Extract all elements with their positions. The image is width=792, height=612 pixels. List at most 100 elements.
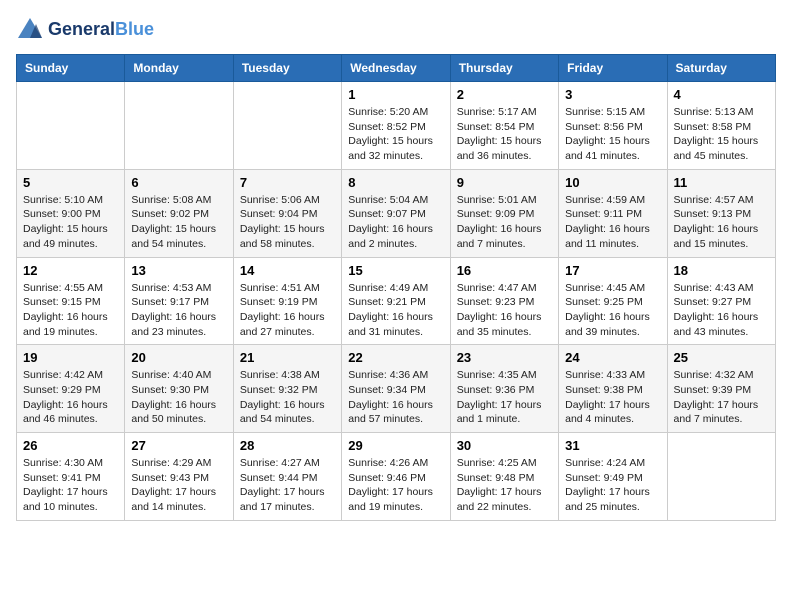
day-info: Sunrise: 4:33 AMSunset: 9:38 PMDaylight:… [565, 368, 660, 427]
calendar-cell: 16 Sunrise: 4:47 AMSunset: 9:23 PMDayligh… [450, 257, 558, 345]
day-number: 14 [240, 263, 335, 278]
calendar-cell: 10 Sunrise: 4:59 AMSunset: 9:11 PMDayligh… [559, 169, 667, 257]
day-number: 5 [23, 175, 118, 190]
day-number: 17 [565, 263, 660, 278]
day-number: 3 [565, 87, 660, 102]
column-header-wednesday: Wednesday [342, 55, 450, 82]
calendar-table: SundayMondayTuesdayWednesdayThursdayFrid… [16, 54, 776, 521]
calendar-cell: 14 Sunrise: 4:51 AMSunset: 9:19 PMDayligh… [233, 257, 341, 345]
day-number: 18 [674, 263, 769, 278]
day-number: 16 [457, 263, 552, 278]
day-number: 20 [131, 350, 226, 365]
calendar-cell: 9Sunrise: 5:01 AMSunset: 9:09 PMDaylight… [450, 169, 558, 257]
day-info: Sunrise: 4:36 AMSunset: 9:34 PMDaylight:… [348, 368, 443, 427]
calendar-cell: 5 Sunrise: 5:10 AMSunset: 9:00 PMDaylight… [17, 169, 125, 257]
day-info: Sunrise: 4:43 AMSunset: 9:27 PMDaylight:… [674, 281, 769, 340]
day-info: Sunrise: 5:04 AMSunset: 9:07 PMDaylight:… [348, 193, 443, 252]
day-info: Sunrise: 5:15 AMSunset: 8:56 PMDaylight:… [565, 105, 660, 164]
logo-text: GeneralBlue [48, 20, 154, 40]
day-number: 27 [131, 438, 226, 453]
day-info: Sunrise: 5:13 AMSunset: 8:58 PMDaylight:… [674, 105, 769, 164]
column-header-thursday: Thursday [450, 55, 558, 82]
calendar-cell: 23Sunrise: 4:35 AMSunset: 9:36 PMDayligh… [450, 345, 558, 433]
day-number: 31 [565, 438, 660, 453]
day-number: 25 [674, 350, 769, 365]
day-number: 23 [457, 350, 552, 365]
calendar-cell: 31 Sunrise: 4:24 AMSunset: 9:49 PMDayligh… [559, 433, 667, 521]
day-info: Sunrise: 5:06 AMSunset: 9:04 PMDaylight:… [240, 193, 335, 252]
column-header-tuesday: Tuesday [233, 55, 341, 82]
calendar-cell: 4 Sunrise: 5:13 AMSunset: 8:58 PMDaylight… [667, 82, 775, 170]
day-number: 9 [457, 175, 552, 190]
day-info: Sunrise: 4:59 AMSunset: 9:11 PMDaylight:… [565, 193, 660, 252]
day-info: Sunrise: 4:27 AMSunset: 9:44 PMDaylight:… [240, 456, 335, 515]
day-number: 15 [348, 263, 443, 278]
column-header-sunday: Sunday [17, 55, 125, 82]
day-number: 6 [131, 175, 226, 190]
day-info: Sunrise: 4:26 AMSunset: 9:46 PMDaylight:… [348, 456, 443, 515]
day-info: Sunrise: 4:30 AMSunset: 9:41 PMDaylight:… [23, 456, 118, 515]
calendar-week-row: 19Sunrise: 4:42 AMSunset: 9:29 PMDayligh… [17, 345, 776, 433]
calendar-week-row: 26 Sunrise: 4:30 AMSunset: 9:41 PMDayligh… [17, 433, 776, 521]
day-info: Sunrise: 5:08 AMSunset: 9:02 PMDaylight:… [131, 193, 226, 252]
calendar-cell: 6 Sunrise: 5:08 AMSunset: 9:02 PMDaylight… [125, 169, 233, 257]
day-number: 22 [348, 350, 443, 365]
day-number: 30 [457, 438, 552, 453]
day-number: 10 [565, 175, 660, 190]
calendar-cell: 21Sunrise: 4:38 AMSunset: 9:32 PMDayligh… [233, 345, 341, 433]
day-number: 8 [348, 175, 443, 190]
day-number: 29 [348, 438, 443, 453]
calendar-cell: 22 Sunrise: 4:36 AMSunset: 9:34 PMDayligh… [342, 345, 450, 433]
calendar-cell: 28 Sunrise: 4:27 AMSunset: 9:44 PMDayligh… [233, 433, 341, 521]
day-info: Sunrise: 4:51 AMSunset: 9:19 PMDaylight:… [240, 281, 335, 340]
day-info: Sunrise: 4:49 AMSunset: 9:21 PMDaylight:… [348, 281, 443, 340]
calendar-cell: 11 Sunrise: 4:57 AMSunset: 9:13 PMDayligh… [667, 169, 775, 257]
calendar-cell: 20 Sunrise: 4:40 AMSunset: 9:30 PMDayligh… [125, 345, 233, 433]
calendar-cell [125, 82, 233, 170]
day-number: 4 [674, 87, 769, 102]
day-info: Sunrise: 4:29 AMSunset: 9:43 PMDaylight:… [131, 456, 226, 515]
day-number: 24 [565, 350, 660, 365]
calendar-cell: 29 Sunrise: 4:26 AMSunset: 9:46 PMDayligh… [342, 433, 450, 521]
calendar-cell: 12Sunrise: 4:55 AMSunset: 9:15 PMDayligh… [17, 257, 125, 345]
day-info: Sunrise: 4:24 AMSunset: 9:49 PMDaylight:… [565, 456, 660, 515]
calendar-week-row: 1 Sunrise: 5:20 AMSunset: 8:52 PMDaylight… [17, 82, 776, 170]
day-info: Sunrise: 4:47 AMSunset: 9:23 PMDaylight:… [457, 281, 552, 340]
calendar-cell: 26 Sunrise: 4:30 AMSunset: 9:41 PMDayligh… [17, 433, 125, 521]
calendar-cell: 19Sunrise: 4:42 AMSunset: 9:29 PMDayligh… [17, 345, 125, 433]
column-header-friday: Friday [559, 55, 667, 82]
calendar-week-row: 5 Sunrise: 5:10 AMSunset: 9:00 PMDaylight… [17, 169, 776, 257]
day-number: 2 [457, 87, 552, 102]
day-number: 26 [23, 438, 118, 453]
calendar-cell: 24 Sunrise: 4:33 AMSunset: 9:38 PMDayligh… [559, 345, 667, 433]
calendar-cell: 30 Sunrise: 4:25 AMSunset: 9:48 PMDayligh… [450, 433, 558, 521]
calendar-cell [233, 82, 341, 170]
day-number: 1 [348, 87, 443, 102]
day-info: Sunrise: 4:40 AMSunset: 9:30 PMDaylight:… [131, 368, 226, 427]
day-info: Sunrise: 5:10 AMSunset: 9:00 PMDaylight:… [23, 193, 118, 252]
day-info: Sunrise: 4:45 AMSunset: 9:25 PMDaylight:… [565, 281, 660, 340]
day-info: Sunrise: 4:53 AMSunset: 9:17 PMDaylight:… [131, 281, 226, 340]
calendar-week-row: 12Sunrise: 4:55 AMSunset: 9:15 PMDayligh… [17, 257, 776, 345]
calendar-cell: 2 Sunrise: 5:17 AMSunset: 8:54 PMDaylight… [450, 82, 558, 170]
column-header-saturday: Saturday [667, 55, 775, 82]
day-info: Sunrise: 4:25 AMSunset: 9:48 PMDaylight:… [457, 456, 552, 515]
calendar-cell: 8 Sunrise: 5:04 AMSunset: 9:07 PMDaylight… [342, 169, 450, 257]
day-number: 12 [23, 263, 118, 278]
day-info: Sunrise: 4:42 AMSunset: 9:29 PMDaylight:… [23, 368, 118, 427]
column-header-monday: Monday [125, 55, 233, 82]
calendar-cell: 7 Sunrise: 5:06 AMSunset: 9:04 PMDaylight… [233, 169, 341, 257]
calendar-cell: 13Sunrise: 4:53 AMSunset: 9:17 PMDayligh… [125, 257, 233, 345]
day-info: Sunrise: 5:17 AMSunset: 8:54 PMDaylight:… [457, 105, 552, 164]
day-info: Sunrise: 4:57 AMSunset: 9:13 PMDaylight:… [674, 193, 769, 252]
calendar-cell: 25 Sunrise: 4:32 AMSunset: 9:39 PMDayligh… [667, 345, 775, 433]
calendar-cell: 17 Sunrise: 4:45 AMSunset: 9:25 PMDayligh… [559, 257, 667, 345]
calendar-cell [17, 82, 125, 170]
day-info: Sunrise: 4:32 AMSunset: 9:39 PMDaylight:… [674, 368, 769, 427]
day-number: 28 [240, 438, 335, 453]
calendar-cell: 15 Sunrise: 4:49 AMSunset: 9:21 PMDayligh… [342, 257, 450, 345]
calendar-cell: 27 Sunrise: 4:29 AMSunset: 9:43 PMDayligh… [125, 433, 233, 521]
day-number: 11 [674, 175, 769, 190]
day-info: Sunrise: 5:20 AMSunset: 8:52 PMDaylight:… [348, 105, 443, 164]
day-number: 7 [240, 175, 335, 190]
